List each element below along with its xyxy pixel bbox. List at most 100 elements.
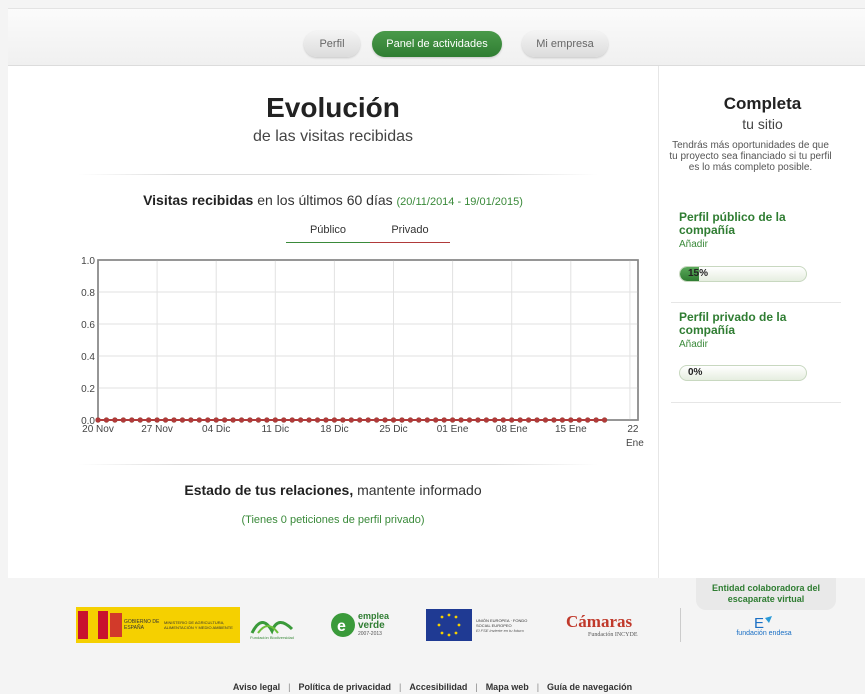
- visits-heading-bold: Visitas recibidas: [143, 192, 254, 208]
- data-point: [230, 417, 236, 423]
- private-profile-progress: 0%: [679, 365, 807, 381]
- data-point: [188, 417, 194, 423]
- visits-heading-text: en los últimos 60 días: [253, 192, 397, 208]
- data-point: [112, 417, 118, 423]
- data-point: [568, 417, 574, 423]
- data-point: [348, 417, 354, 423]
- footer-link-privacidad[interactable]: Política de privacidad: [298, 682, 391, 692]
- x-tick-label: 15 Ene: [555, 424, 587, 435]
- footer-link-guia-navegacion[interactable]: Guía de navegación: [547, 682, 632, 692]
- visits-date-range: (20/11/2014 - 19/01/2015): [396, 196, 523, 208]
- public-profile-add-link[interactable]: Añadir: [679, 239, 708, 250]
- spain-flag-icon: [78, 611, 122, 639]
- camaras-logo[interactable]: Cámaras Fundación INCYDE: [566, 607, 658, 643]
- main-panel: Evolución de las visitas recibidas Visit…: [8, 66, 658, 578]
- data-point: [593, 417, 599, 423]
- footer-links: Aviso legal | Política de privacidad | Acces…: [0, 682, 865, 692]
- emplea-verde-logo[interactable]: e emplea verde 2007-2013: [330, 607, 396, 643]
- data-point: [264, 417, 270, 423]
- y-tick-label: 0.4: [81, 352, 95, 363]
- data-point: [323, 417, 329, 423]
- x-tick-label: 01 Ene: [437, 424, 469, 435]
- x-tick-label: 08 Ene: [496, 424, 528, 435]
- tab-panel-de-actividades[interactable]: Panel de actividades: [372, 31, 502, 57]
- endesa-text: fundación endesa: [736, 629, 792, 637]
- x-tick-label: 22: [627, 424, 639, 435]
- data-point: [103, 417, 110, 423]
- y-tick-label: 1.0: [81, 256, 95, 267]
- data-point: [272, 417, 278, 423]
- y-tick-label: 0.8: [81, 288, 95, 299]
- tab-perfil[interactable]: Perfil: [304, 31, 360, 57]
- footer-link-aviso-legal[interactable]: Aviso legal: [233, 682, 280, 692]
- private-profile-add-link[interactable]: Añadir: [679, 339, 708, 350]
- y-tick-label: 0.6: [81, 320, 95, 331]
- data-point: [162, 417, 169, 423]
- completion-sidebar: Completa tu sitio Tendrás más oportunida…: [658, 66, 865, 578]
- data-point: [374, 417, 380, 423]
- page-subtitle: de las visitas recibidas: [252, 128, 414, 145]
- relations-heading: Estado de tus relaciones, mantente infor…: [8, 482, 658, 498]
- x-tick-label: Ene: [626, 438, 644, 449]
- data-point: [331, 417, 337, 423]
- legend-private[interactable]: Privado: [370, 224, 450, 243]
- gobierno-espana-logo[interactable]: GOBIERNO DE ESPAÑA MINISTERIO DE AGRICUL…: [76, 607, 240, 643]
- data-point: [534, 417, 540, 423]
- relations-heading-text: mantente informado: [353, 482, 482, 498]
- data-point: [196, 417, 202, 423]
- data-point: [441, 417, 447, 423]
- y-tick-label: 0.2: [81, 384, 95, 395]
- footer-link-mapa-web[interactable]: Mapa web: [486, 682, 529, 692]
- divider: [680, 608, 681, 642]
- visits-heading: Visitas recibidas en los últimos 60 días…: [8, 192, 658, 208]
- x-tick-label: 04 Dic: [202, 424, 230, 435]
- data-point: [466, 417, 473, 423]
- data-point: [601, 417, 608, 423]
- data-point: [137, 417, 143, 423]
- divider: [671, 302, 841, 303]
- x-tick-label: 20 Nov: [82, 424, 114, 435]
- data-point: [390, 417, 397, 423]
- data-point: [340, 417, 346, 423]
- footer: Entidad colaboradora del escaparate virt…: [0, 578, 865, 694]
- fb-text: Fundación Biodiversidad: [250, 634, 294, 640]
- data-point: [424, 417, 430, 423]
- data-point: [585, 417, 591, 423]
- fundacion-endesa-logo[interactable]: E fundación endesa: [728, 607, 800, 643]
- data-point: [517, 417, 523, 423]
- union-europea-logo[interactable]: UNIÓN EUROPEA · FONDO SOCIAL EUROPEO El …: [426, 607, 530, 643]
- page-title: Evolución: [266, 92, 400, 123]
- data-point: [247, 417, 253, 423]
- legend-public[interactable]: Público: [286, 224, 370, 243]
- data-point: [382, 417, 388, 423]
- data-point: [171, 417, 177, 423]
- x-tick-label: 25 Dic: [379, 424, 407, 435]
- data-point: [542, 417, 549, 423]
- data-point: [306, 417, 312, 423]
- data-point: [407, 417, 413, 423]
- ue-sub-text: El FSE invierte en tu futuro: [476, 627, 524, 633]
- link-separator: |: [398, 682, 402, 692]
- top-tab-bar: Perfil Panel de actividades Mi empresa: [8, 8, 865, 66]
- data-point: [525, 417, 532, 423]
- ministerio-text: MINISTERIO DE AGRICULTURA, ALIMENTACIÓN …: [164, 620, 233, 630]
- private-requests-link[interactable]: (Tienes 0 peticiones de perfil privado): [8, 514, 658, 526]
- sidebar-subtitle: tu sitio: [742, 116, 783, 132]
- divider: [78, 174, 598, 175]
- tab-mi-empresa[interactable]: Mi empresa: [522, 31, 608, 57]
- footer-link-accesibilidad[interactable]: Accesibilidad: [409, 682, 467, 692]
- data-point: [551, 417, 557, 423]
- eu-flag-icon: [426, 609, 472, 641]
- x-tick-label: 11 Dic: [261, 424, 289, 435]
- data-point: [95, 417, 101, 423]
- fundacion-biodiversidad-logo[interactable]: Fundación Biodiversidad: [244, 607, 300, 643]
- sidebar-title: Completa: [723, 94, 802, 113]
- svg-text:E: E: [754, 615, 764, 630]
- link-separator: |: [288, 682, 291, 692]
- data-point: [179, 417, 186, 423]
- link-separator: |: [536, 682, 540, 692]
- camaras-text: Cámaras: [566, 612, 633, 631]
- private-profile-title: Perfil privado de la compañía: [679, 310, 787, 337]
- x-tick-label: 27 Nov: [141, 424, 173, 435]
- data-point: [289, 417, 295, 423]
